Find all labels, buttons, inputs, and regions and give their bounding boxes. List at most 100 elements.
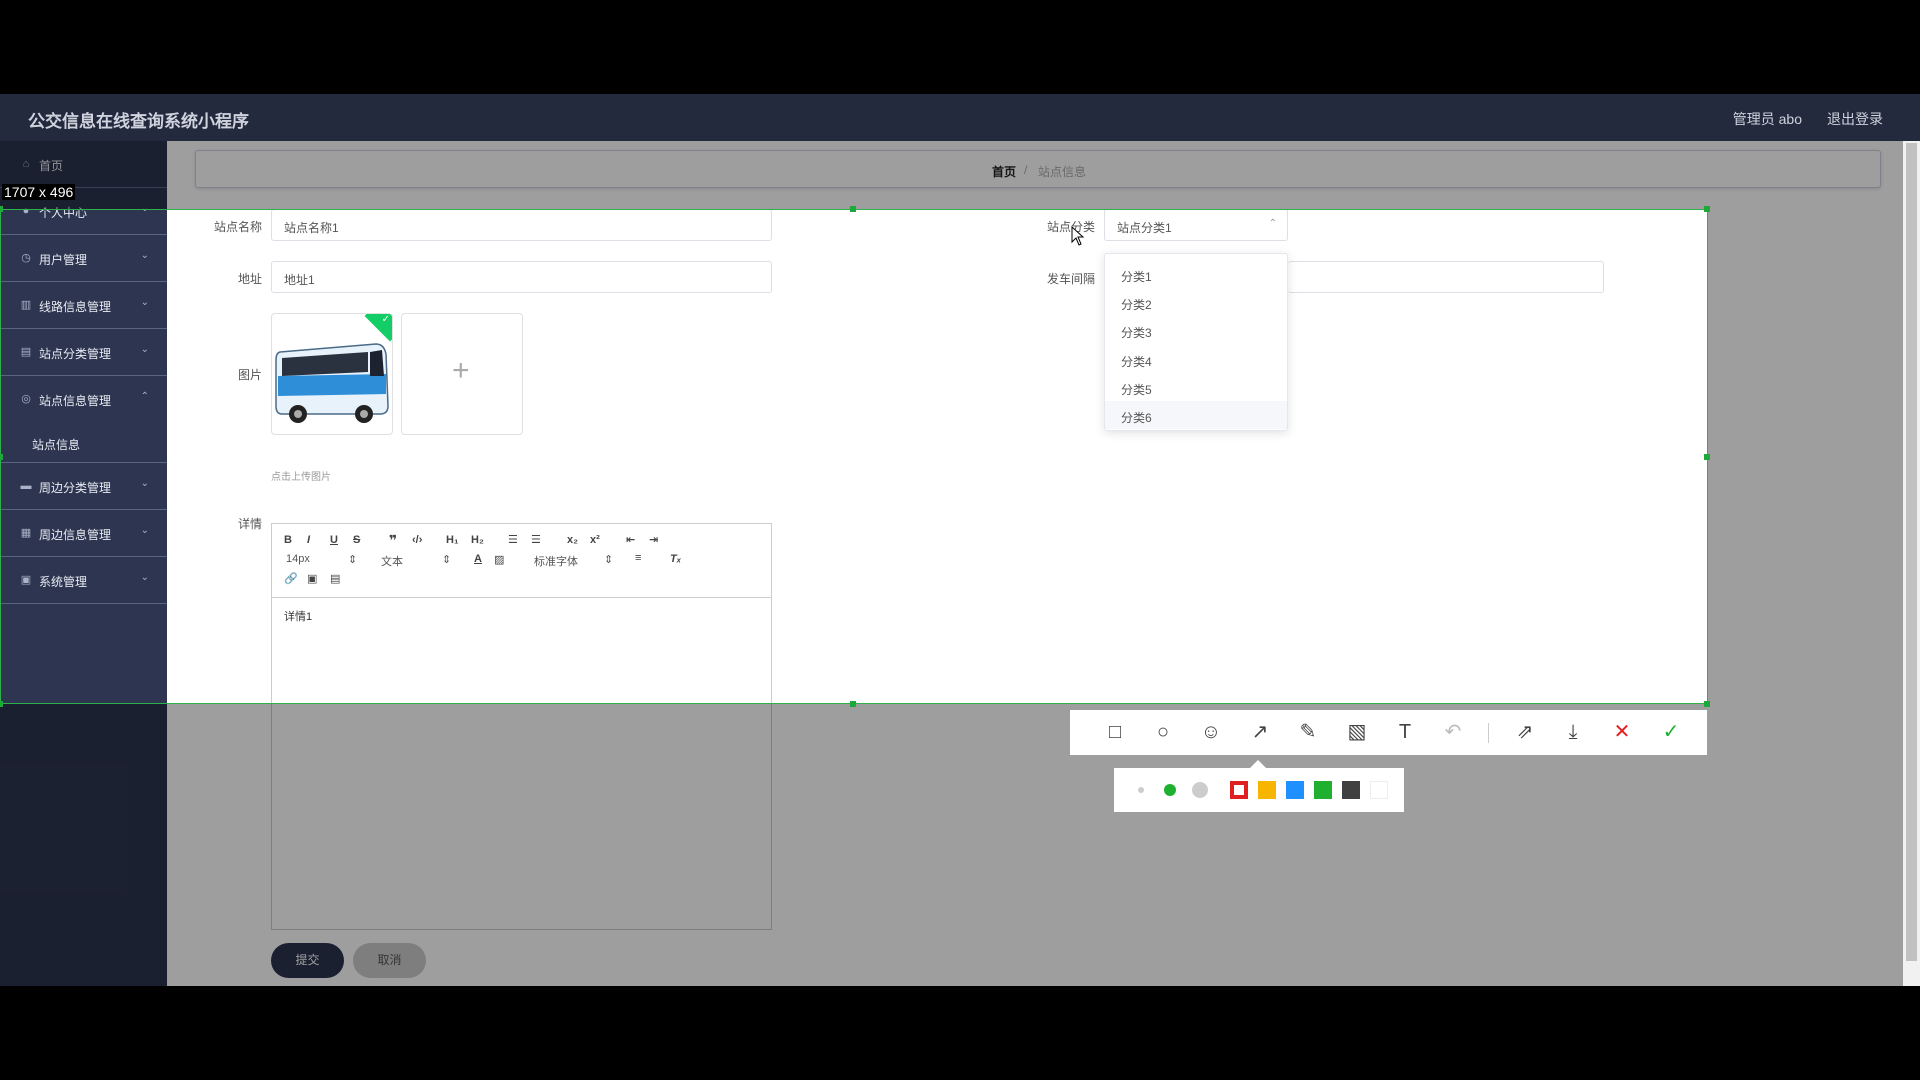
code-block-icon[interactable]: ‹/› [412, 534, 422, 546]
resize-handle[interactable] [1704, 206, 1710, 212]
color-swatch-red[interactable] [1230, 781, 1248, 799]
briefcase-icon: ▬ [20, 480, 32, 492]
color-swatch-white[interactable] [1370, 781, 1388, 799]
upload-add-button[interactable]: + [401, 313, 523, 435]
color-swatch-blue[interactable] [1286, 781, 1304, 799]
sidebar-item-system[interactable]: ▣ 系统管理 ⌄ [0, 557, 167, 604]
sidebar-item-nearby-info[interactable]: ▦ 周边信息管理 ⌄ [0, 510, 167, 557]
ellipse-tool-icon[interactable]: ○ [1150, 719, 1176, 745]
ordered-list-icon[interactable]: ☰ [508, 533, 518, 546]
size-small-option[interactable] [1138, 787, 1144, 793]
resize-handle[interactable] [0, 454, 3, 460]
align-icon[interactable]: ≡ [635, 552, 641, 564]
address-label: 地址 [237, 272, 262, 286]
text-style-select[interactable]: 文本 [381, 553, 403, 569]
bold-icon[interactable]: B [284, 534, 292, 546]
emoji-tool-icon[interactable]: ☺ [1198, 719, 1224, 745]
size-medium-option[interactable] [1164, 784, 1176, 796]
color-swatch-dark[interactable] [1342, 781, 1360, 799]
dropdown-option[interactable]: 分类5 [1105, 373, 1287, 401]
resize-handle[interactable] [0, 206, 3, 212]
clock-icon: ◷ [21, 252, 31, 264]
sidebar-item-nearby-categories[interactable]: ▬ 周边分类管理 ⌄ [0, 463, 167, 510]
image-insert-icon[interactable]: ▣ [307, 572, 317, 585]
popover-caret [1250, 760, 1266, 768]
arrow-tool-icon[interactable]: ↗ [1247, 719, 1273, 745]
size-large-option[interactable] [1192, 782, 1208, 798]
editor-content[interactable]: 详情1 [284, 608, 312, 624]
resize-handle[interactable] [1704, 701, 1710, 707]
logout-link[interactable]: 退出登录 [1827, 109, 1883, 129]
chevron-down-icon: ⌄ [140, 478, 149, 489]
station-category-select[interactable]: 站点分类1 ⌃ [1104, 209, 1288, 241]
text-tool-icon[interactable]: T [1392, 719, 1418, 745]
font-color-icon[interactable]: A [474, 553, 482, 565]
capture-size-label: 1707 x 496 [2, 184, 76, 200]
mosaic-tool-icon[interactable]: ▧ [1344, 719, 1370, 745]
font-size-select[interactable]: 14px [286, 553, 310, 565]
station-name-input[interactable]: 站点名称1 [271, 209, 772, 241]
font-family-select[interactable]: 标准字体 [534, 553, 578, 569]
sidebar-item-station-categories[interactable]: ▤ 站点分类管理 ⌄ [0, 329, 167, 376]
chart-icon: ▥ [20, 299, 32, 311]
capture-dim-overlay [167, 141, 1708, 210]
chevron-up-icon: ⌃ [140, 391, 149, 402]
italic-icon[interactable]: I [307, 534, 310, 546]
bullet-list-icon[interactable]: ☰ [531, 533, 541, 546]
scroll-thumb[interactable] [1906, 143, 1917, 961]
video-insert-icon[interactable]: ▤ [330, 572, 340, 585]
strikethrough-icon[interactable]: S [353, 534, 360, 546]
resize-handle[interactable] [0, 701, 3, 707]
chevron-down-icon: ⌄ [140, 250, 149, 261]
sidebar-item-station-info[interactable]: ◎ 站点信息管理 ⌃ [0, 376, 167, 423]
close-icon[interactable]: ✕ [1609, 719, 1635, 745]
rectangle-tool-icon[interactable]: □ [1102, 719, 1128, 745]
sort-icon: ⇕ [348, 554, 358, 566]
heading1-icon[interactable]: H₁ [446, 534, 459, 546]
page-scrollbar[interactable] [1903, 141, 1920, 986]
outdent-icon[interactable]: ⇤ [626, 533, 635, 546]
resize-handle[interactable] [850, 701, 856, 707]
address-input[interactable]: 地址1 [271, 261, 772, 293]
sort-icon: ⇕ [442, 554, 452, 566]
editor-toolbar: B I U S ❞ ‹/› H₁ H₂ ☰ ☰ x₂ x² ⇤ ⇥ 14px ⇕… [272, 524, 771, 598]
uploaded-image[interactable]: ✓ [271, 313, 393, 435]
pen-tool-icon[interactable]: ✎ [1295, 719, 1321, 745]
subscript-icon[interactable]: x₂ [567, 534, 578, 546]
share-icon[interactable]: ⇗ [1512, 719, 1538, 745]
dropdown-option[interactable]: 分类2 [1105, 288, 1287, 316]
undo-icon[interactable]: ↶ [1440, 719, 1466, 745]
sidebar-item-label: 站点信息管理 [39, 394, 112, 408]
background-color-icon[interactable]: ▨ [494, 553, 504, 566]
link-icon[interactable]: 🔗 [284, 572, 298, 585]
plus-icon: + [452, 354, 470, 387]
color-size-picker [1114, 768, 1404, 812]
check-icon: ✓ [381, 314, 390, 325]
download-icon[interactable]: ⤓ [1560, 719, 1586, 745]
clear-format-icon[interactable]: Tₓ [670, 553, 681, 565]
grid-icon: ▦ [20, 527, 32, 539]
sidebar-item-label: 用户管理 [39, 253, 88, 267]
color-swatch-green[interactable] [1314, 781, 1332, 799]
chevron-down-icon: ⌄ [140, 297, 149, 308]
dropdown-option[interactable]: 分类4 [1105, 345, 1287, 373]
resize-handle[interactable] [850, 206, 856, 212]
confirm-icon[interactable]: ✓ [1658, 719, 1684, 745]
toolbar-divider [1488, 723, 1489, 743]
color-swatch-yellow[interactable] [1258, 781, 1276, 799]
indent-icon[interactable]: ⇥ [649, 533, 658, 546]
sidebar-subitem-station-info[interactable]: 站点信息 [0, 423, 167, 463]
interval-input[interactable] [1288, 261, 1604, 293]
heading2-icon[interactable]: H₂ [471, 534, 484, 546]
resize-handle[interactable] [1704, 454, 1710, 460]
blockquote-icon[interactable]: ❞ [389, 532, 397, 549]
sidebar-item-users[interactable]: ◷ 用户管理 ⌄ [0, 235, 167, 282]
dropdown-option[interactable]: 分类6 [1105, 401, 1287, 429]
clipboard-icon: ▤ [20, 346, 32, 358]
station-category-value: 站点分类1 [1117, 221, 1172, 235]
dropdown-option[interactable]: 分类3 [1105, 316, 1287, 344]
superscript-icon[interactable]: x² [590, 534, 600, 546]
underline-icon[interactable]: U [330, 534, 338, 546]
dropdown-option[interactable]: 分类1 [1105, 260, 1287, 288]
sidebar-item-routes[interactable]: ▥ 线路信息管理 ⌄ [0, 282, 167, 329]
